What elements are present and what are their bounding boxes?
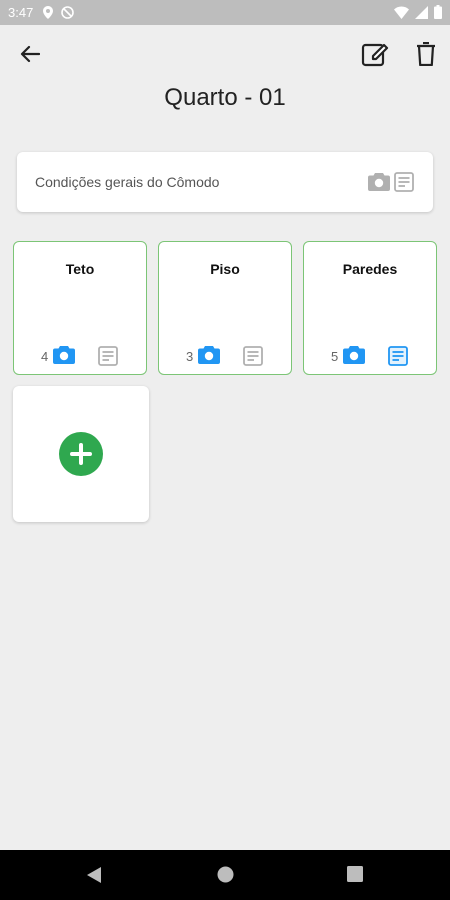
plus-icon bbox=[70, 443, 92, 465]
toolbar bbox=[0, 25, 450, 85]
note-icon[interactable] bbox=[388, 346, 408, 366]
photo-count: 4 bbox=[41, 349, 49, 364]
edit-icon bbox=[361, 43, 389, 67]
note-icon[interactable] bbox=[98, 346, 118, 366]
signal-icon bbox=[415, 5, 428, 19]
camera-icon[interactable] bbox=[368, 172, 390, 191]
delete-button[interactable] bbox=[409, 37, 443, 71]
trash-icon bbox=[417, 42, 435, 66]
note-icon[interactable] bbox=[243, 346, 263, 366]
general-conditions-label: Condições gerais do Cômodo bbox=[35, 174, 220, 190]
navigation-bar bbox=[0, 850, 450, 900]
camera-icon[interactable] bbox=[343, 345, 365, 364]
element-card-paredes[interactable]: Paredes 5 bbox=[303, 241, 437, 375]
photo-count: 5 bbox=[331, 349, 339, 364]
element-card-teto[interactable]: Teto 4 bbox=[13, 241, 147, 375]
element-card-piso[interactable]: Piso 3 bbox=[158, 241, 292, 375]
nav-home-icon[interactable] bbox=[217, 866, 234, 883]
battery-icon bbox=[434, 5, 442, 19]
arrow-left-icon bbox=[20, 45, 40, 63]
nav-recents-icon[interactable] bbox=[347, 866, 363, 882]
element-name: Teto bbox=[65, 261, 95, 277]
add-element-card[interactable] bbox=[13, 386, 149, 522]
general-conditions-card[interactable]: Condições gerais do Cômodo bbox=[17, 152, 433, 212]
element-name: Paredes bbox=[342, 261, 398, 277]
wifi-icon bbox=[394, 6, 409, 19]
note-icon[interactable] bbox=[394, 172, 414, 192]
location-icon bbox=[43, 6, 54, 19]
no-disturb-icon bbox=[61, 6, 75, 19]
nav-back-icon[interactable] bbox=[86, 866, 102, 884]
photo-count: 3 bbox=[186, 349, 194, 364]
back-button[interactable] bbox=[13, 37, 47, 71]
page-title: Quarto - 01 bbox=[164, 84, 286, 111]
edit-button[interactable] bbox=[358, 37, 392, 71]
add-element-button[interactable] bbox=[59, 432, 103, 476]
camera-icon[interactable] bbox=[53, 345, 75, 364]
status-bar: 3:47 bbox=[0, 0, 450, 25]
status-time: 3:47 bbox=[8, 5, 34, 20]
camera-icon[interactable] bbox=[198, 345, 220, 364]
element-name: Piso bbox=[210, 261, 240, 277]
